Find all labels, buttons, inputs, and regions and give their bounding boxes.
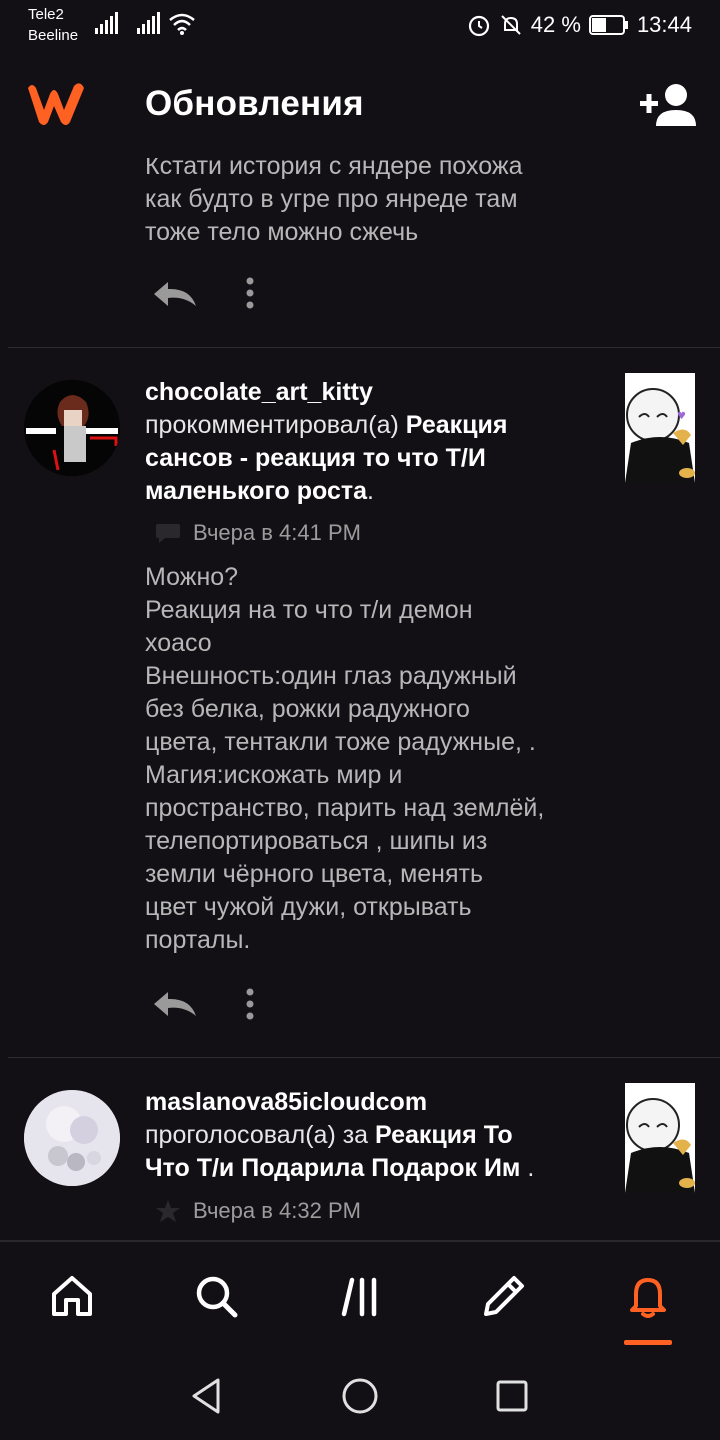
- more-options-icon[interactable]: [244, 987, 256, 1021]
- carrier-2: Beeline: [28, 27, 79, 44]
- star-icon: [156, 1200, 180, 1222]
- signal-icon: [95, 12, 118, 34]
- add-user-icon[interactable]: [640, 82, 696, 128]
- divider: [8, 1057, 720, 1058]
- action-line: прокомментировал(а) Реакция: [145, 409, 507, 442]
- comment-line: пространство, парить над землёй,: [145, 794, 545, 822]
- story-title[interactable]: Реакция То: [375, 1121, 513, 1149]
- comment-text-partial: Кстати история с яндере похожа как будто…: [145, 158, 523, 249]
- action-verb: прокомментировал(а): [145, 411, 399, 439]
- recents-icon[interactable]: [494, 1376, 530, 1416]
- comment-line: порталы.: [145, 926, 251, 954]
- reply-icon[interactable]: [150, 280, 198, 308]
- status-bar: Tele2 Beeline 42 % 13:44: [0, 0, 720, 52]
- story-cover[interactable]: [625, 1083, 695, 1193]
- action-line: Что Т/и Подарила Подарок Им .: [145, 1152, 534, 1185]
- comment-line: как будто в угре про янреде там: [145, 185, 518, 213]
- alarm-icon: [468, 15, 489, 37]
- mute-icon: [501, 15, 521, 35]
- divider: [8, 347, 720, 348]
- wifi-icon: [169, 13, 195, 35]
- avatar[interactable]: [24, 1090, 120, 1186]
- punctuation: .: [367, 477, 374, 505]
- timestamp: Вчера в 4:32 PM: [193, 1198, 361, 1223]
- timestamp-row: Вчера в 4:41 PM: [155, 520, 361, 546]
- notifications-icon[interactable]: [624, 1272, 672, 1320]
- wattpad-logo[interactable]: [24, 80, 88, 128]
- timestamp: Вчера в 4:41 PM: [193, 520, 361, 545]
- bottom-navigation: [0, 1240, 720, 1352]
- action-line: проголосовал(а) за Реакция То: [145, 1119, 534, 1152]
- comment-line: Кстати история с яндере похожа: [145, 158, 523, 180]
- more-options-icon[interactable]: [244, 276, 256, 310]
- write-icon[interactable]: [480, 1272, 528, 1320]
- timestamp-row: Вчера в 4:32 PM: [155, 1198, 361, 1224]
- action-verb: проголосовал(а) за: [145, 1121, 369, 1149]
- comment-line: хоасо: [145, 629, 212, 657]
- back-icon[interactable]: [188, 1376, 224, 1416]
- comment-line: тоже тело можно сжечь: [145, 218, 419, 246]
- comment-line: Магия:искожать мир и: [145, 761, 403, 789]
- system-navigation: [0, 1352, 720, 1440]
- comment-line: Реакция на то что т/и демон: [145, 596, 473, 624]
- carrier-info: Tele2 Beeline: [28, 4, 78, 46]
- comment-line: телепортироваться , шипы из: [145, 827, 488, 855]
- library-icon[interactable]: [336, 1272, 384, 1320]
- comment-line: цвет чужой дужи, открывать: [145, 893, 472, 921]
- reply-icon[interactable]: [150, 990, 198, 1018]
- username[interactable]: chocolate_art_kitty: [145, 376, 507, 409]
- carrier-1: Tele2: [28, 6, 64, 23]
- battery-percent: 42 %: [530, 12, 581, 37]
- status-right: 42 % 13:44: [467, 10, 692, 40]
- active-tab-indicator: [624, 1340, 672, 1345]
- comment-line: Внешность:один глаз радужный: [145, 662, 517, 690]
- comment-icon: [156, 524, 180, 543]
- search-icon[interactable]: [192, 1272, 240, 1320]
- svg-text:♥: ♥: [677, 411, 686, 422]
- username[interactable]: maslanova85icloudcom: [145, 1086, 534, 1119]
- notification-text: maslanova85icloudcom проголосовал(а) за …: [145, 1086, 534, 1185]
- story-title[interactable]: Что Т/и Подарила Подарок Им: [145, 1154, 520, 1182]
- comment-line: земли чёрного цвета, менять: [145, 860, 484, 888]
- clock: 13:44: [636, 12, 692, 37]
- action-line: маленького роста.: [145, 475, 507, 508]
- notifications-feed[interactable]: Кстати история с яндере похожа как будто…: [0, 158, 720, 1240]
- battery-icon: [588, 15, 628, 35]
- app-header: Обновления: [0, 52, 720, 158]
- story-cover[interactable]: ♥: [625, 373, 695, 483]
- story-title[interactable]: Реакция: [406, 411, 508, 439]
- action-line: сансов - реакция то что Т/И: [145, 442, 507, 475]
- comment-line: Можно?: [145, 563, 239, 591]
- comment-line: цвета, тентакли тоже радужные, .: [145, 728, 536, 756]
- page-title: Обновления: [145, 84, 364, 123]
- punctuation: .: [527, 1154, 535, 1182]
- comment-line: без белка, рожки радужного: [145, 695, 470, 723]
- notification-text: chocolate_art_kitty прокомментировал(а) …: [145, 376, 507, 508]
- avatar[interactable]: [24, 380, 120, 476]
- signal-icon-2: [137, 12, 160, 34]
- home-icon[interactable]: [48, 1272, 96, 1320]
- story-title[interactable]: сансов - реакция то что Т/И: [145, 444, 486, 472]
- comment-text: Можно? Реакция на то что т/и демон хоасо…: [145, 561, 544, 957]
- story-title[interactable]: маленького роста: [145, 477, 367, 505]
- home-button-icon[interactable]: [341, 1376, 379, 1416]
